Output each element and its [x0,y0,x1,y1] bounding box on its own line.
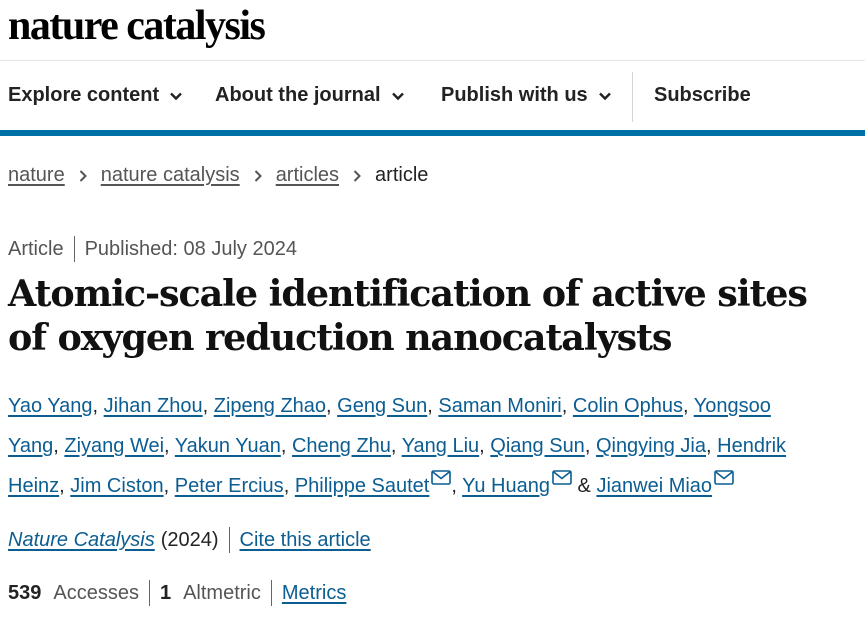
author-link[interactable]: Colin Ophus [573,395,683,417]
metrics-link[interactable]: Metrics [282,582,346,605]
author-link[interactable]: Geng Sun [337,395,427,417]
subscribe-label: Subscribe [654,84,751,106]
publication-year: (2024) [160,528,219,551]
accesses-count: 539 [8,581,42,604]
author-separator: , [326,395,338,417]
author-separator: , [451,475,463,497]
article-type: Article [8,237,64,260]
metrics-divider [270,580,272,606]
accesses-label: Accesses [53,581,139,604]
subscribe-button[interactable]: Subscribe [654,84,751,107]
article-metrics: 539 Accesses 1 Altmetric Metrics [8,580,346,606]
author-separator: , [706,435,718,457]
metrics-divider [148,580,150,606]
article-title: Atomic-scale identification of active si… [8,272,808,359]
author-link[interactable]: Cheng Zhu [292,435,391,457]
nav-about-journal[interactable]: About the journal [215,84,405,107]
email-icon[interactable] [714,470,734,485]
author-link[interactable]: Zipeng Zhao [214,395,326,417]
nav-accent-bar [0,130,865,136]
author-link[interactable]: Yakun Yuan [175,435,281,457]
author-separator: , [202,395,214,417]
altmetric-label: Altmetric [183,581,261,604]
cite-this-article-link[interactable]: Cite this article [240,529,371,552]
published-date: Published: 08 July 2024 [84,237,297,260]
nav-divider [632,72,633,122]
author-separator: , [427,395,439,417]
author-link[interactable]: Jianwei Miao [596,475,712,497]
author-separator: , [164,435,175,457]
meta-divider [73,236,75,262]
author-separator: , [280,435,292,457]
author-link[interactable]: Philippe Sautet [295,475,430,497]
author-separator: , [561,395,573,417]
author-link[interactable]: Peter Ercius [175,475,284,497]
author-link[interactable]: Qingying Jia [596,435,706,457]
author-link[interactable]: Ziyang Wei [64,435,164,457]
author-link[interactable]: Saman Moniri [438,395,561,417]
author-separator: , [584,435,596,457]
journal-logo[interactable]: nature catalysis [8,4,266,48]
chevron-right-icon [353,169,361,182]
journal-link[interactable]: Nature Catalysis [8,529,155,552]
author-separator: , [53,435,65,457]
author-link[interactable]: Yu Huang [462,475,550,497]
author-separator: , [390,435,402,457]
author-separator: , [92,395,104,417]
nav-publish-with-us-label: Publish with us [441,84,588,106]
header-divider [0,60,865,61]
journal-citation: Nature Catalysis (2024) Cite this articl… [8,527,371,553]
breadcrumb: nature nature catalysis articles article [8,164,428,187]
author-link[interactable]: Jim Ciston [70,475,163,497]
email-icon[interactable] [431,470,452,485]
breadcrumb-nature[interactable]: nature [8,164,65,187]
author-separator: , [283,475,295,497]
author-link[interactable]: Qiang Sun [490,435,585,457]
email-icon[interactable] [552,470,572,485]
chevron-right-icon [254,169,262,182]
nav-explore-content-label: Explore content [8,84,160,106]
nav-about-journal-label: About the journal [215,84,381,106]
chevron-down-icon [391,92,404,100]
author-separator: & [571,475,597,497]
chevron-down-icon [598,92,611,100]
nav-explore-content[interactable]: Explore content [8,84,183,107]
article-meta: Article Published: 08 July 2024 [8,236,297,262]
nav-publish-with-us[interactable]: Publish with us [441,84,612,107]
author-separator: , [479,435,491,457]
breadcrumb-nature-catalysis[interactable]: nature catalysis [101,164,240,187]
breadcrumb-articles[interactable]: articles [276,164,339,187]
altmetric-count: 1 [159,581,172,604]
author-list: Yao Yang, Jihan Zhou, Zipeng Zhao, Geng … [8,386,818,506]
main-nav: Explore content About the journal Publis… [0,72,865,124]
breadcrumb-current: article [375,164,429,186]
author-link[interactable]: Yao Yang [8,395,93,417]
author-separator: , [163,475,175,497]
author-link[interactable]: Jihan Zhou [104,395,203,417]
citation-divider [228,527,230,553]
author-separator: , [682,395,694,417]
chevron-right-icon [79,169,87,182]
author-link[interactable]: Yang Liu [402,435,479,457]
chevron-down-icon [170,92,182,100]
author-separator: , [59,475,71,497]
